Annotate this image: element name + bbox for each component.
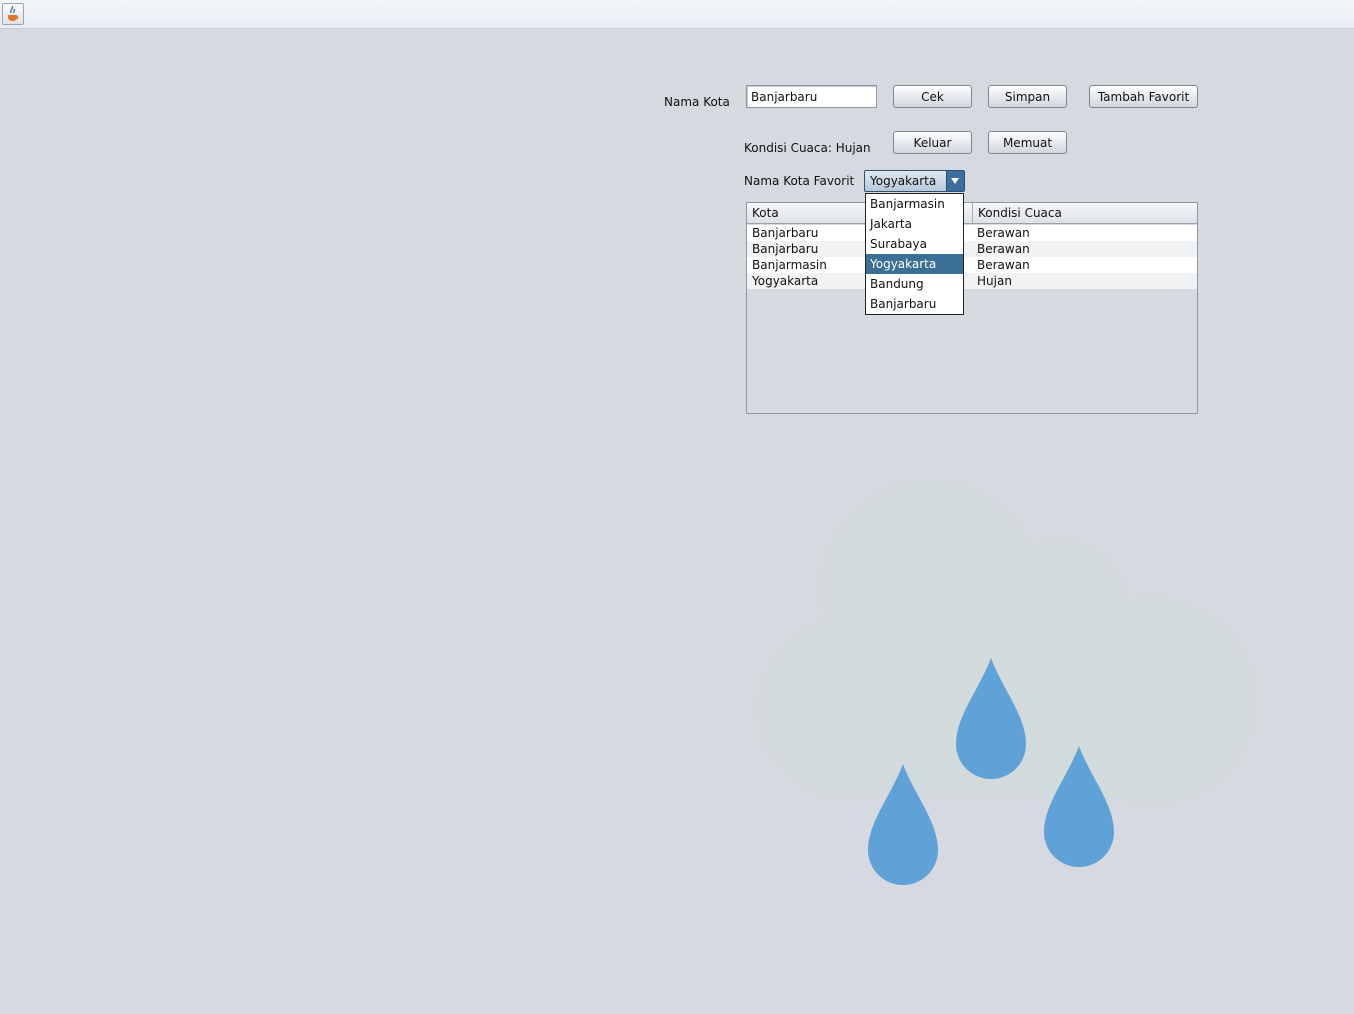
cuaca-table[interactable]: Kota Kondisi Cuaca Banjarbaru Berawan Ba… (746, 202, 1198, 414)
nama-kota-input[interactable]: Banjarbaru (746, 85, 877, 108)
table-row[interactable]: Banjarbaru Berawan (747, 241, 1197, 257)
cell-kondisi: Hujan (977, 274, 1012, 288)
kondisi-cuaca-label: Kondisi Cuaca: Hujan (744, 141, 871, 155)
table-row[interactable]: Banjarmasin Berawan (747, 257, 1197, 273)
rain-cloud-icon (758, 480, 1256, 885)
cell-kondisi: Berawan (977, 242, 1030, 256)
cell-kota: Banjarbaru (752, 242, 819, 256)
dropdown-option[interactable]: Banjarbaru (866, 294, 963, 314)
dropdown-option[interactable]: Surabaya (866, 234, 963, 254)
tambah-favorit-button[interactable]: Tambah Favorit (1089, 85, 1198, 108)
cell-kota: Yogyakarta (752, 274, 819, 288)
favorit-dropdown-list: Banjarmasin Jakarta Surabaya Yogyakarta … (865, 193, 964, 315)
favorit-combobox[interactable]: Yogyakarta (864, 170, 965, 192)
cell-kota: Banjarmasin (752, 258, 827, 272)
simpan-button[interactable]: Simpan (988, 85, 1067, 108)
combo-selected-value: Yogyakarta (870, 174, 937, 188)
dropdown-option[interactable]: Jakarta (866, 214, 963, 234)
table-header: Kota Kondisi Cuaca (747, 203, 1197, 224)
chevron-down-icon[interactable] (946, 171, 964, 191)
cek-button[interactable]: Cek (893, 85, 972, 108)
dropdown-option-selected[interactable]: Yogyakarta (866, 254, 963, 274)
java-cup-icon[interactable] (2, 3, 24, 25)
column-header-kondisi[interactable]: Kondisi Cuaca (972, 203, 1197, 223)
cell-kondisi: Berawan (977, 258, 1030, 272)
keluar-button[interactable]: Keluar (893, 131, 972, 154)
table-row[interactable]: Banjarbaru Berawan (747, 225, 1197, 241)
nama-kota-label: Nama Kota (664, 95, 730, 109)
cell-kondisi: Berawan (977, 226, 1030, 240)
memuat-button[interactable]: Memuat (988, 131, 1067, 154)
table-row[interactable]: Yogyakarta Hujan (747, 273, 1197, 289)
dropdown-option[interactable]: Banjarmasin (866, 194, 963, 214)
nama-kota-favorit-label: Nama Kota Favorit (744, 174, 855, 188)
cell-kota: Banjarbaru (752, 226, 819, 240)
dropdown-option[interactable]: Bandung (866, 274, 963, 294)
title-bar (0, 0, 1354, 29)
